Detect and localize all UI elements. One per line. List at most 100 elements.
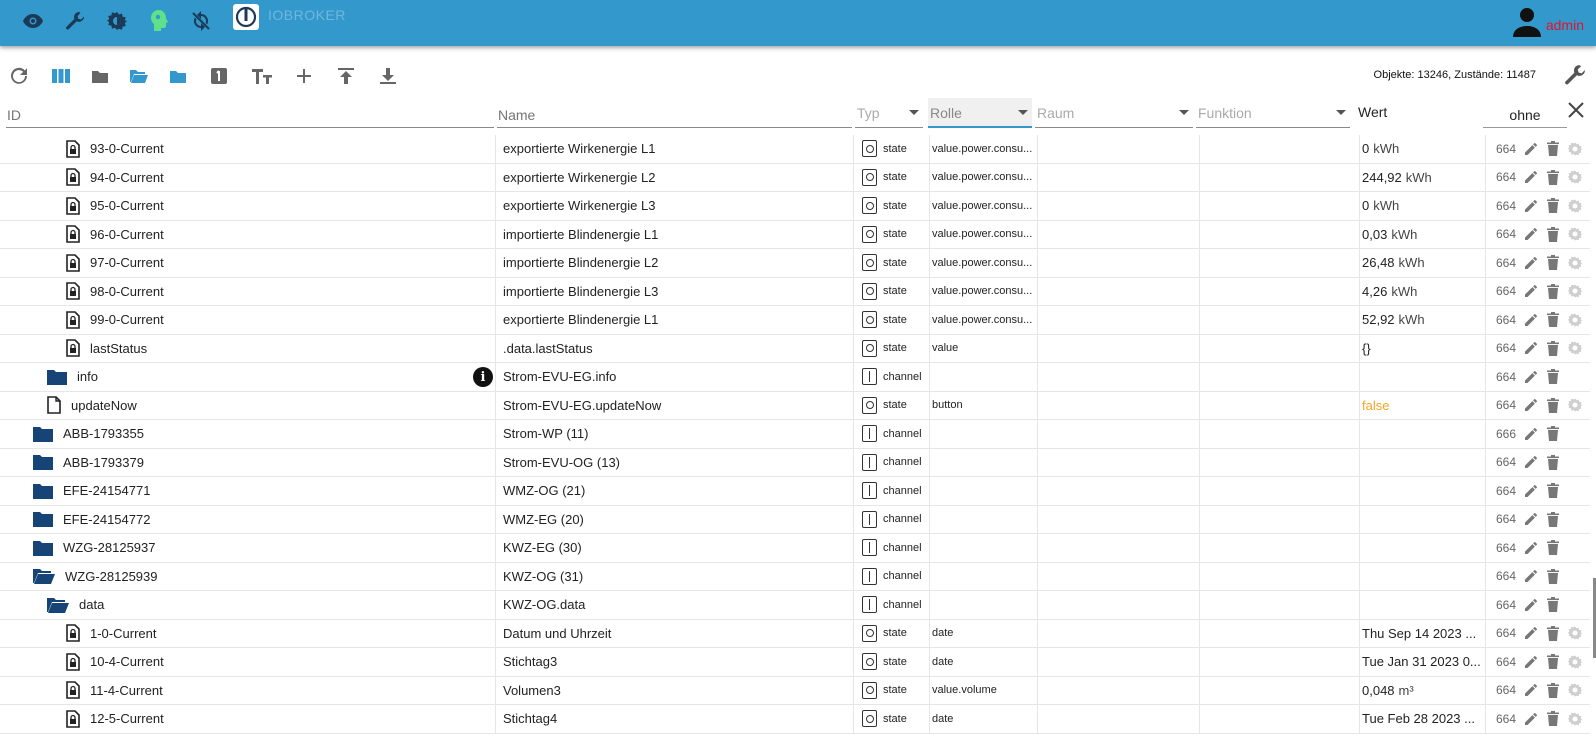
id-cell[interactable]: info i bbox=[0, 363, 496, 391]
edit-icon[interactable] bbox=[1520, 508, 1542, 530]
table-row[interactable]: 12-5-Current Stichtag4 state date Tue Feb 28… bbox=[0, 705, 1590, 734]
acl-value[interactable]: 664 bbox=[1486, 370, 1520, 384]
rolle-filter[interactable]: Rolle bbox=[928, 98, 1032, 128]
gear-icon[interactable] bbox=[1564, 223, 1586, 245]
value-cell[interactable] bbox=[1360, 477, 1486, 505]
value-cell[interactable]: false bbox=[1360, 391, 1486, 419]
table-row[interactable]: ABB-1793379 Strom-EVU-OG (13) channel 664 bbox=[0, 448, 1590, 477]
edit-icon[interactable] bbox=[1520, 195, 1542, 217]
acl-value[interactable]: 664 bbox=[1486, 712, 1520, 726]
id-cell[interactable]: 1-0-Current bbox=[0, 619, 496, 647]
sync-off-icon[interactable] bbox=[188, 8, 214, 34]
delete-icon[interactable] bbox=[1542, 309, 1564, 331]
table-row[interactable]: 98-0-Current importierte Blindenergie L3 s… bbox=[0, 277, 1590, 306]
number-one-icon[interactable] bbox=[207, 64, 231, 88]
id-filter-input[interactable] bbox=[6, 98, 494, 126]
name-filter[interactable] bbox=[497, 98, 852, 128]
delete-icon[interactable] bbox=[1542, 394, 1564, 416]
id-cell[interactable]: 93-0-Current bbox=[0, 135, 496, 163]
id-cell[interactable]: ABB-1793379 bbox=[0, 448, 496, 476]
funktion-filter[interactable]: Funktion bbox=[1196, 98, 1350, 128]
wrench-icon[interactable] bbox=[62, 8, 88, 34]
value-cell[interactable]: 0,048 m³ bbox=[1360, 676, 1486, 704]
value-cell[interactable] bbox=[1360, 534, 1486, 562]
table-row[interactable]: data KWZ-OG.data channel 664 bbox=[0, 591, 1590, 620]
value-cell[interactable] bbox=[1360, 448, 1486, 476]
table-row[interactable]: ABB-1793355 Strom-WP (11) channel 666 bbox=[0, 420, 1590, 449]
gear-icon[interactable] bbox=[1564, 394, 1586, 416]
id-cell[interactable]: 10-4-Current bbox=[0, 648, 496, 676]
edit-icon[interactable] bbox=[1520, 594, 1542, 616]
acl-value[interactable]: 664 bbox=[1486, 569, 1520, 583]
delete-icon[interactable] bbox=[1542, 622, 1564, 644]
table-row[interactable]: WZG-28125937 KWZ-EG (30) channel 664 bbox=[0, 534, 1590, 563]
acl-value[interactable]: 664 bbox=[1486, 541, 1520, 555]
file-lock-icon[interactable] bbox=[66, 681, 80, 700]
delete-icon[interactable] bbox=[1542, 537, 1564, 559]
edit-icon[interactable] bbox=[1520, 651, 1542, 673]
value-cell[interactable] bbox=[1360, 505, 1486, 533]
table-row[interactable]: EFE-24154771 WMZ-OG (21) channel 664 bbox=[0, 477, 1590, 506]
id-filter[interactable] bbox=[6, 98, 494, 128]
acl-value[interactable]: 666 bbox=[1486, 427, 1520, 441]
value-cell[interactable]: 0,03 kWh bbox=[1360, 220, 1486, 248]
table-row[interactable]: lastStatus .data.lastStatus state value {} 66… bbox=[0, 334, 1590, 363]
file-lock-icon[interactable] bbox=[66, 652, 80, 671]
table-row[interactable]: 96-0-Current importierte Blindenergie L1 s… bbox=[0, 220, 1590, 249]
iobroker-logo-icon[interactable] bbox=[233, 4, 259, 30]
info-icon[interactable]: i bbox=[473, 367, 493, 387]
folder-icon[interactable] bbox=[33, 426, 53, 442]
delete-icon[interactable] bbox=[1542, 138, 1564, 160]
gear-icon[interactable] bbox=[1564, 138, 1586, 160]
gear-icon[interactable] bbox=[1564, 252, 1586, 274]
table-row[interactable]: 97-0-Current importierte Blindenergie L2 s… bbox=[0, 249, 1590, 278]
acl-value[interactable]: 664 bbox=[1486, 683, 1520, 697]
columns-icon[interactable] bbox=[49, 64, 73, 88]
edit-icon[interactable] bbox=[1520, 366, 1542, 388]
table-row[interactable]: 1-0-Current Datum und Uhrzeit state date Thu… bbox=[0, 619, 1590, 648]
delete-icon[interactable] bbox=[1542, 451, 1564, 473]
edit-icon[interactable] bbox=[1520, 394, 1542, 416]
table-row[interactable]: info i Strom-EVU-EG.info channel 664 bbox=[0, 363, 1590, 392]
acl-value[interactable]: 664 bbox=[1486, 512, 1520, 526]
file-lock-icon[interactable] bbox=[66, 624, 80, 643]
table-row[interactable]: 99-0-Current exportierte Blindenergie L1 s… bbox=[0, 306, 1590, 335]
acl-value[interactable]: 664 bbox=[1486, 199, 1520, 213]
gear-icon[interactable] bbox=[1564, 166, 1586, 188]
file-lock-icon[interactable] bbox=[66, 168, 80, 187]
id-cell[interactable]: WZG-28125937 bbox=[0, 534, 496, 562]
acl-value[interactable]: 664 bbox=[1486, 484, 1520, 498]
acl-value[interactable]: 664 bbox=[1486, 655, 1520, 669]
table-row[interactable]: updateNow Strom-EVU-EG.updateNow state butt… bbox=[0, 391, 1590, 420]
folder-icon[interactable] bbox=[33, 454, 53, 471]
id-cell[interactable]: 11-4-Current bbox=[0, 676, 496, 704]
value-cell[interactable]: Tue Feb 28 2023 ... bbox=[1360, 705, 1486, 733]
delete-icon[interactable] bbox=[1542, 508, 1564, 530]
id-cell[interactable]: 99-0-Current bbox=[0, 306, 496, 334]
settings-wrench-icon[interactable] bbox=[1564, 64, 1588, 88]
user-menu[interactable]: admin bbox=[1510, 4, 1584, 38]
edit-icon[interactable] bbox=[1520, 337, 1542, 359]
id-cell[interactable]: 97-0-Current bbox=[0, 249, 496, 277]
delete-icon[interactable] bbox=[1542, 480, 1564, 502]
folder-open-icon[interactable] bbox=[47, 597, 69, 613]
table-row[interactable]: 93-0-Current exportierte Wirkenergie L1 st… bbox=[0, 135, 1590, 164]
table-row[interactable]: EFE-24154772 WMZ-EG (20) channel 664 bbox=[0, 505, 1590, 534]
id-cell[interactable]: 98-0-Current bbox=[0, 277, 496, 305]
table-row[interactable]: 94-0-Current exportierte Wirkenergie L2 st… bbox=[0, 163, 1590, 192]
acl-value[interactable]: 664 bbox=[1486, 398, 1520, 412]
edit-icon[interactable] bbox=[1520, 423, 1542, 445]
add-icon[interactable] bbox=[292, 64, 316, 88]
folder-open-icon[interactable] bbox=[127, 64, 151, 88]
delete-icon[interactable] bbox=[1542, 252, 1564, 274]
folder-icon[interactable] bbox=[47, 369, 67, 385]
edit-icon[interactable] bbox=[1520, 451, 1542, 473]
ohne-filter[interactable] bbox=[1483, 100, 1567, 128]
table-row[interactable]: 95-0-Current exportierte Wirkenergie L3 st… bbox=[0, 192, 1590, 221]
edit-icon[interactable] bbox=[1520, 309, 1542, 331]
file-lock-icon[interactable] bbox=[66, 282, 80, 301]
id-cell[interactable]: lastStatus bbox=[0, 334, 496, 362]
file-lock-icon[interactable] bbox=[66, 253, 80, 272]
acl-value[interactable]: 664 bbox=[1486, 626, 1520, 640]
delete-icon[interactable] bbox=[1542, 280, 1564, 302]
